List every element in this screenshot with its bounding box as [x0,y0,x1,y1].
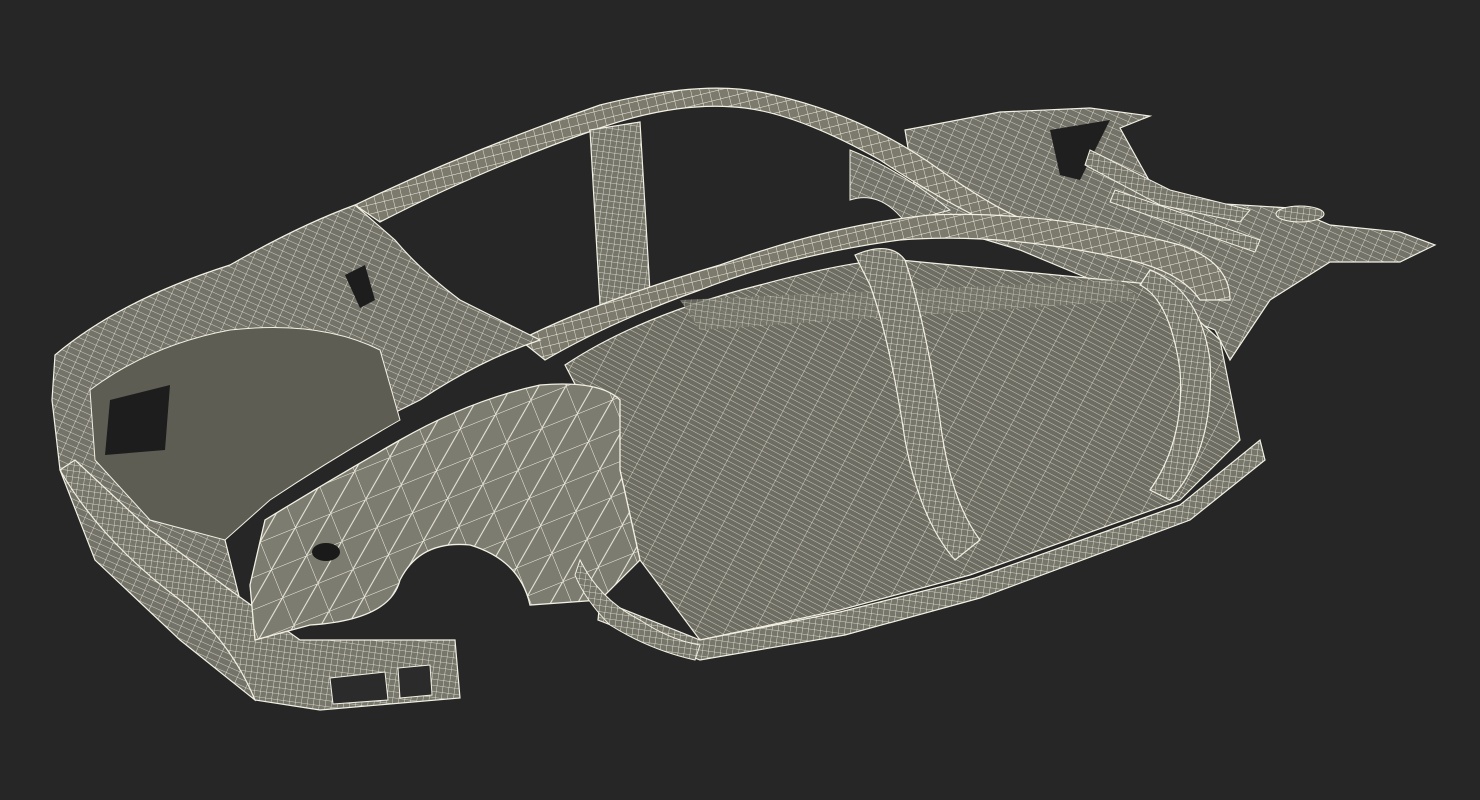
viewport [0,0,1480,800]
wireframe-render [51,87,1437,711]
